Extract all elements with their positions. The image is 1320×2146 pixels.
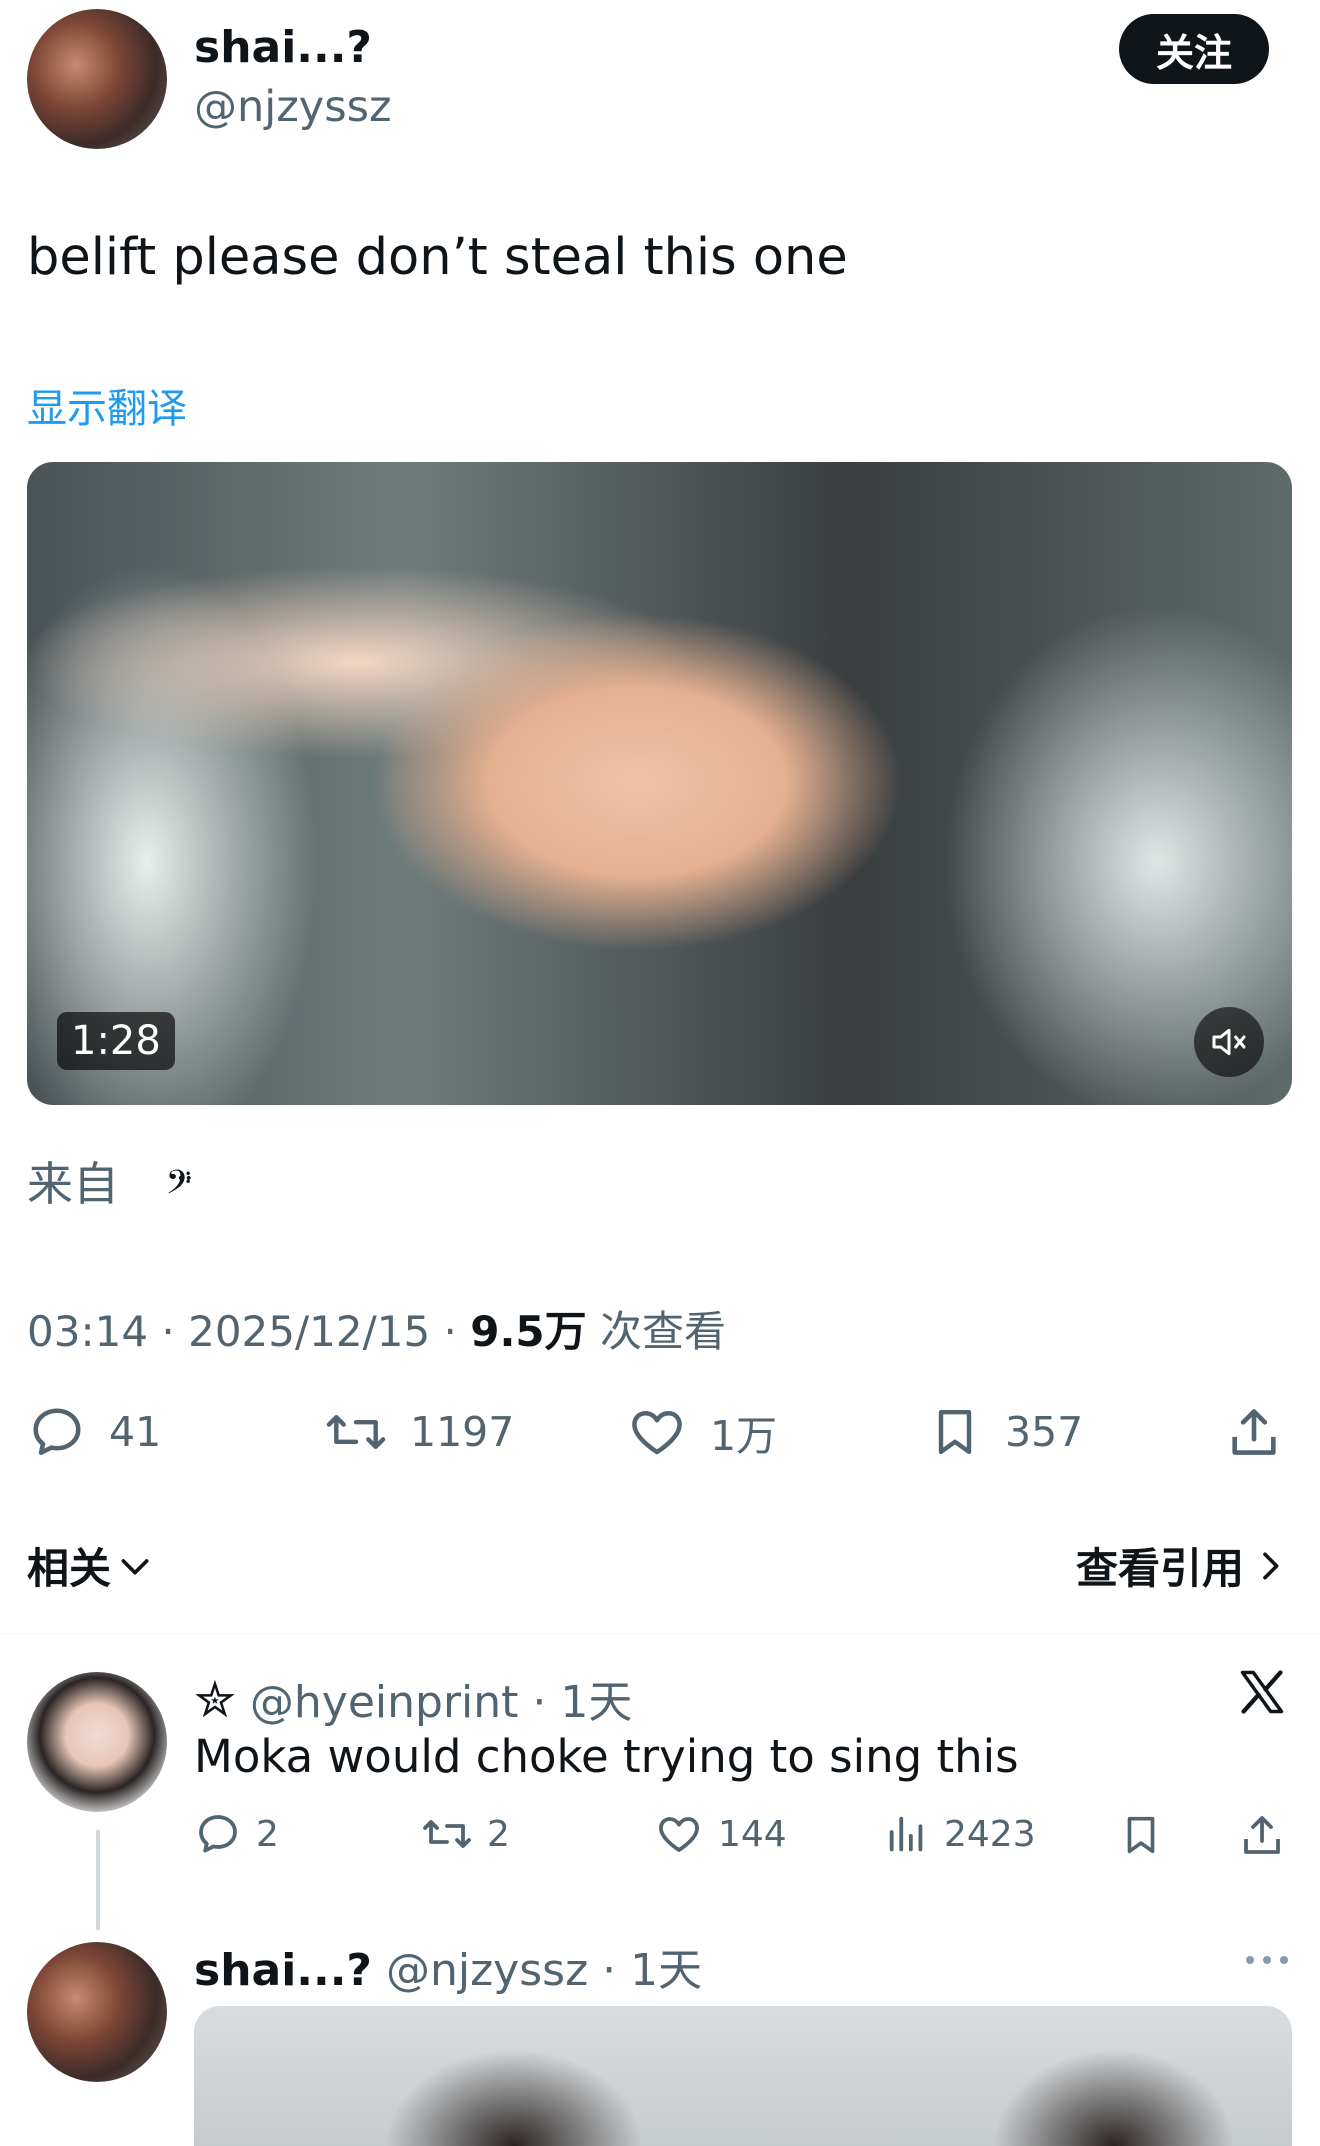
reply-retweet-button[interactable]: 2 bbox=[421, 1810, 510, 1858]
view-count: 9.5万 bbox=[470, 1307, 587, 1356]
chevron-down-icon bbox=[121, 1558, 149, 1574]
share-button[interactable] bbox=[1225, 1402, 1305, 1462]
reply2-author-avatar[interactable] bbox=[27, 1942, 167, 2082]
tweet-source: 来自 𝄢̈ bbox=[27, 1148, 191, 1214]
thread-line bbox=[96, 1830, 100, 1930]
author-avatar[interactable] bbox=[27, 9, 167, 149]
reply-button[interactable]: 41 bbox=[27, 1402, 161, 1462]
reply-icon bbox=[199, 1815, 237, 1853]
more-options-icon[interactable] bbox=[1244, 1950, 1290, 1974]
view-quotes-label: 查看引用 bbox=[1076, 1544, 1245, 1593]
author-handle[interactable]: @njzyssz bbox=[194, 82, 392, 132]
retweet-icon bbox=[326, 1415, 386, 1449]
tweet-date: 2025/12/15 bbox=[188, 1307, 431, 1356]
video-duration: 1:28 bbox=[57, 1012, 175, 1070]
x-logo-icon[interactable] bbox=[1236, 1666, 1288, 1722]
reply-author-glyph: ✮ bbox=[194, 1671, 236, 1729]
reply-reply-count: 2 bbox=[256, 1813, 279, 1855]
reply-age: 1天 bbox=[560, 1677, 633, 1728]
source-prefix: 来自 bbox=[27, 1157, 119, 1211]
reply-like-count: 144 bbox=[718, 1813, 787, 1855]
reply-icon bbox=[33, 1408, 81, 1455]
source-glyph[interactable]: 𝄢̈ bbox=[166, 1164, 192, 1210]
related-label: 相关 bbox=[27, 1544, 112, 1593]
bookmark-count: 357 bbox=[1005, 1408, 1084, 1456]
retweet-button[interactable]: 1197 bbox=[324, 1402, 514, 1462]
reply2-age: 1天 bbox=[630, 1945, 703, 1996]
reply-like-button[interactable]: 144 bbox=[654, 1810, 787, 1858]
share-icon bbox=[1244, 1816, 1280, 1854]
reply-author-handle[interactable]: @hyeinprint bbox=[250, 1677, 519, 1728]
like-button[interactable]: 1万 bbox=[626, 1402, 777, 1462]
muted-speaker-icon bbox=[1212, 1028, 1246, 1056]
reply-share-button[interactable] bbox=[1238, 1810, 1300, 1860]
show-translation-link[interactable]: 显示翻译 bbox=[27, 376, 187, 434]
like-count: 1万 bbox=[710, 1412, 778, 1460]
retweet-icon bbox=[423, 1820, 471, 1848]
share-icon bbox=[1232, 1409, 1276, 1455]
reply-header: ✮ @hyeinprint · 1天 bbox=[194, 1671, 633, 1729]
tweet-time: 03:14 bbox=[27, 1307, 149, 1356]
reply2-header: shai...? @njzyssz · 1天 bbox=[194, 1945, 703, 1996]
view-quotes-link[interactable]: 查看引用 bbox=[1076, 1535, 1290, 1596]
related-toggle[interactable]: 相关 bbox=[27, 1535, 155, 1596]
reply-count: 41 bbox=[109, 1408, 162, 1456]
bookmark-icon bbox=[938, 1409, 972, 1455]
view-suffix: 次查看 bbox=[600, 1307, 727, 1356]
chevron-right-icon bbox=[1263, 1552, 1279, 1579]
section-divider bbox=[0, 1633, 1320, 1634]
bookmark-button[interactable]: 357 bbox=[927, 1402, 1083, 1462]
retweet-count: 1197 bbox=[410, 1408, 515, 1456]
tweet-meta: 03:14 · 2025/12/15 · 9.5万 次查看 bbox=[27, 1307, 727, 1356]
reply-views-button[interactable]: 2423 bbox=[884, 1810, 1036, 1858]
analytics-icon bbox=[889, 1816, 923, 1852]
heart-icon bbox=[659, 1817, 699, 1852]
reply2-author-handle[interactable]: @njzyssz bbox=[386, 1945, 588, 1996]
reply-text: Moka would choke trying to sing this bbox=[194, 1730, 1019, 1783]
reply-bookmark-button[interactable] bbox=[1118, 1810, 1178, 1860]
bookmark-icon bbox=[1127, 1816, 1155, 1854]
reply-author-avatar[interactable] bbox=[27, 1672, 167, 1812]
reply2-media[interactable] bbox=[194, 2006, 1292, 2146]
tweet-text: belift please don’t steal this one bbox=[27, 228, 848, 287]
mute-toggle[interactable] bbox=[1194, 1007, 1264, 1077]
heart-icon bbox=[632, 1411, 682, 1455]
tweet-video[interactable]: 1:28 bbox=[27, 462, 1292, 1105]
follow-button[interactable]: 关注 bbox=[1119, 14, 1269, 84]
reply-view-count: 2423 bbox=[944, 1813, 1036, 1855]
author-name[interactable]: shai...? bbox=[194, 22, 372, 73]
reply-reply-button[interactable]: 2 bbox=[194, 1810, 279, 1858]
reply2-author-name[interactable]: shai...? bbox=[194, 1945, 372, 1996]
reply-retweet-count: 2 bbox=[487, 1813, 510, 1855]
